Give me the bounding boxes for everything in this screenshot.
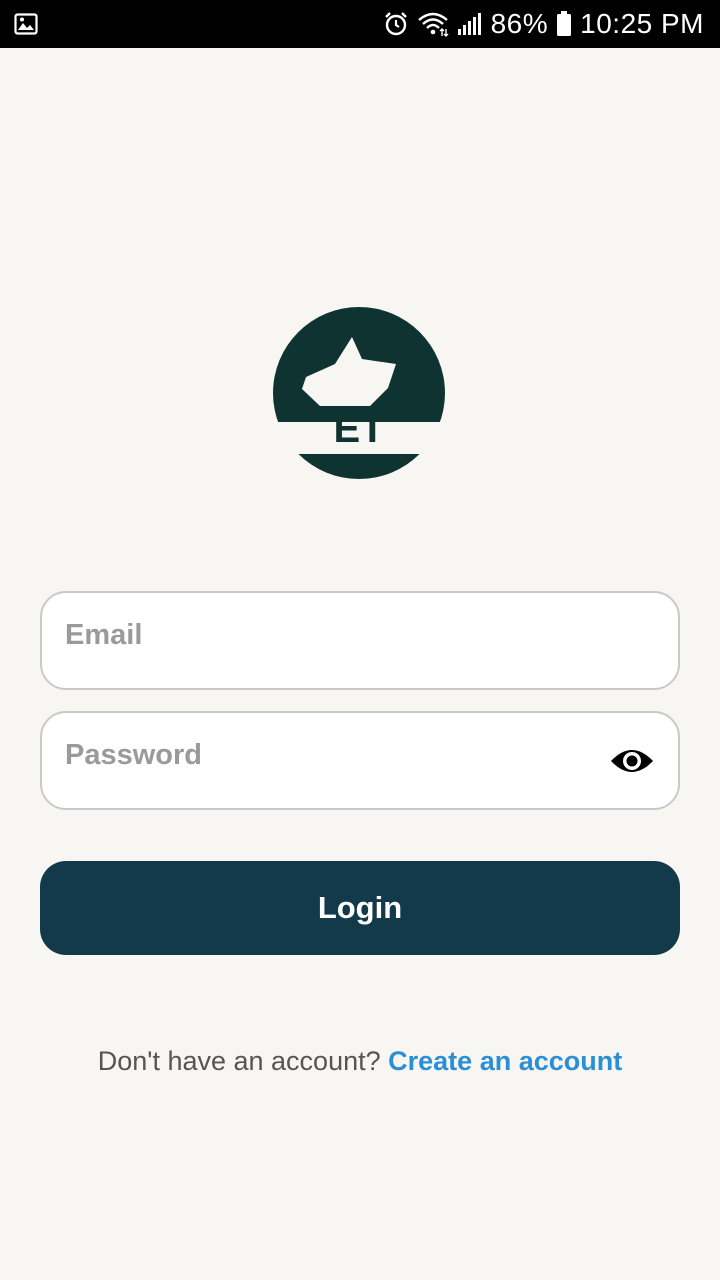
status-time: 10:25 PM <box>580 8 704 39</box>
login-button[interactable]: Login <box>40 861 680 955</box>
signup-row: Don't have an account? Create an account <box>0 1046 720 1077</box>
battery-percent: 86% <box>490 8 549 39</box>
logo-text: ET <box>333 407 384 451</box>
app-logo: ET <box>272 306 446 480</box>
image-icon <box>14 13 38 35</box>
email-field-container[interactable] <box>40 591 680 690</box>
eye-icon[interactable] <box>608 743 656 779</box>
create-account-link[interactable]: Create an account <box>388 1046 622 1076</box>
signal-icon <box>457 12 483 36</box>
email-input[interactable] <box>65 615 585 655</box>
status-right: 86% 10:25 PM <box>383 8 704 40</box>
signup-prompt: Don't have an account? <box>97 1046 381 1076</box>
alarm-icon <box>383 11 409 37</box>
wifi-icon <box>417 11 449 37</box>
status-left <box>14 13 38 35</box>
password-field-container[interactable] <box>40 711 680 810</box>
status-bar: 86% 10:25 PM <box>0 0 720 48</box>
password-input[interactable] <box>65 735 585 775</box>
battery-icon <box>556 11 572 37</box>
